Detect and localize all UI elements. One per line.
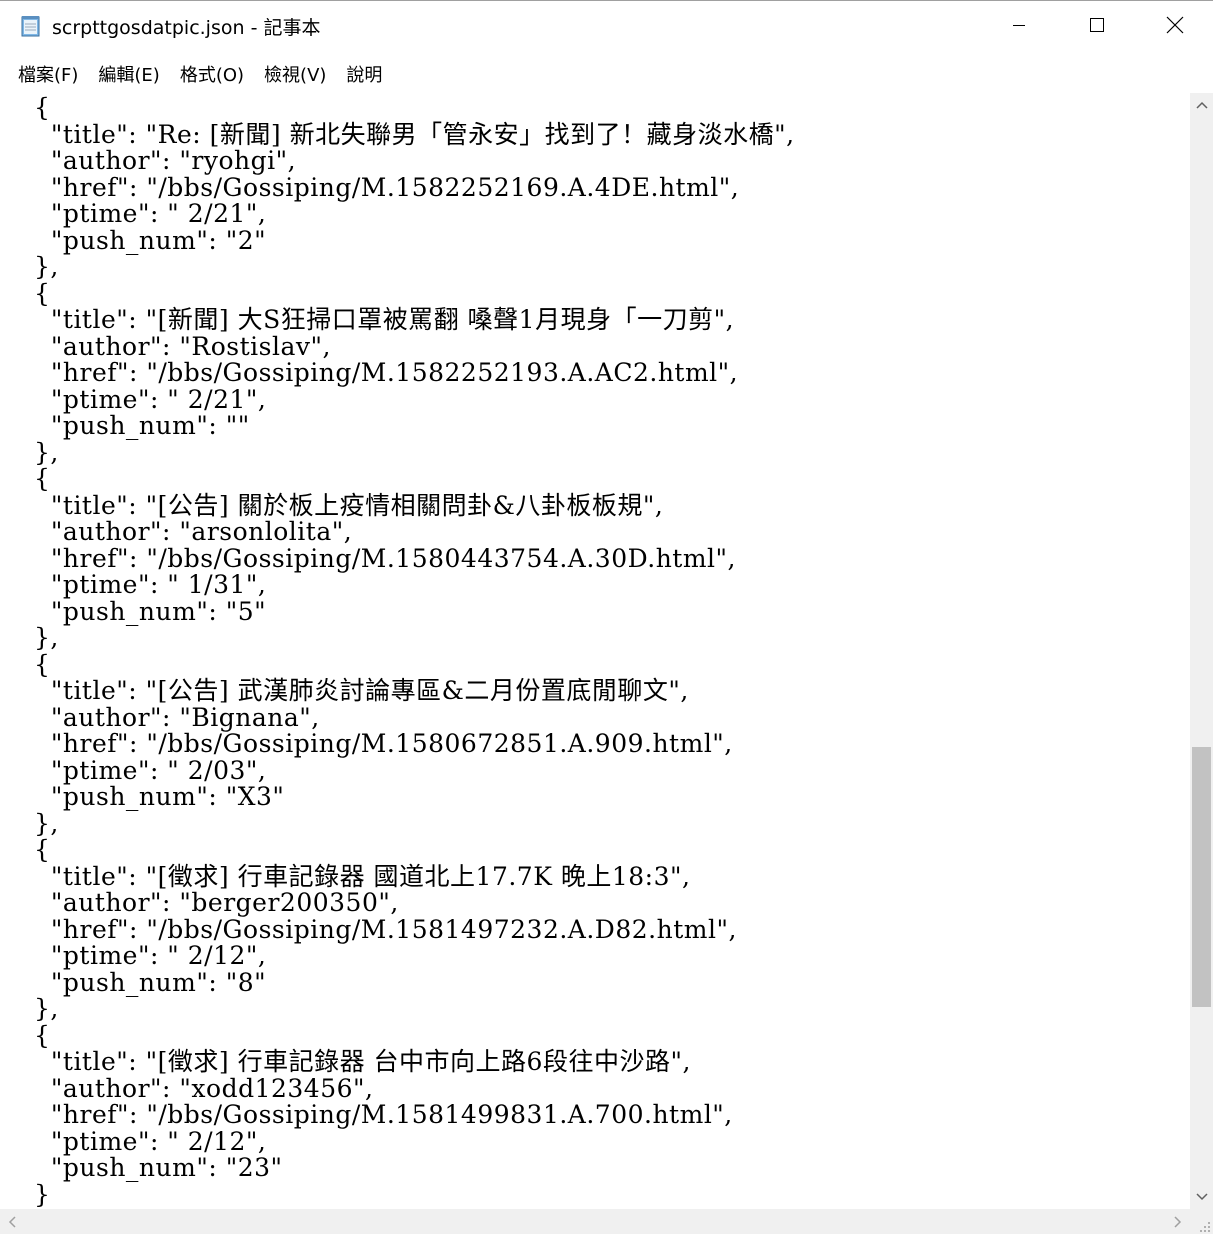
text-line: "href": "/bbs/Gossiping/M.1581499831.A.7… bbox=[34, 1100, 733, 1129]
menu-bar: 檔案(F) 編輯(E) 格式(O) 檢視(V) 說明 bbox=[0, 59, 1213, 89]
text-line: "ptime": " 2/12", bbox=[34, 941, 267, 970]
close-icon bbox=[1166, 16, 1184, 34]
text-line: "title": "[公告] 武漢肺炎討論專區&二月份置底閒聊文", bbox=[34, 676, 689, 705]
text-line: "ptime": " 2/03", bbox=[34, 755, 267, 785]
text-line: { bbox=[34, 649, 51, 679]
menu-help[interactable]: 說明 bbox=[336, 61, 392, 87]
text-line: "href": "/bbs/Gossiping/M.1581497232.A.D… bbox=[34, 914, 737, 944]
minimize-button[interactable] bbox=[980, 1, 1058, 49]
text-line: }, bbox=[34, 808, 59, 838]
text-line: "ptime": " 2/12", bbox=[34, 1126, 267, 1156]
text-line: "author": "ryohgi", bbox=[34, 146, 297, 175]
editor-text: { "title": "Re: [新聞] 新北失聯男「管永安」找到了！藏身淡水橋… bbox=[34, 93, 795, 1209]
text-line: "href": "/bbs/Gossiping/M.1580672851.A.9… bbox=[34, 729, 733, 758]
text-line: { bbox=[34, 1020, 51, 1050]
text-line: "push_num": "X3" bbox=[34, 782, 285, 811]
resize-grip[interactable] bbox=[1190, 1209, 1213, 1234]
text-line: } bbox=[34, 1179, 51, 1209]
title-bar[interactable]: scrpttgosdatpic.json - 記事本 bbox=[0, 1, 1213, 49]
text-line: "author": "Rostislav", bbox=[34, 331, 331, 361]
menu-format[interactable]: 格式(O) bbox=[170, 61, 254, 87]
text-line: "title": "[徵求] 行車記錄器 國道北上17.7K 晚上18:3", bbox=[34, 861, 691, 891]
minimize-icon bbox=[1013, 25, 1025, 26]
text-line: "push_num": "8" bbox=[34, 967, 267, 997]
text-line: }, bbox=[34, 623, 59, 652]
text-line: "author": "berger200350", bbox=[34, 888, 399, 917]
text-line: "push_num": "2" bbox=[34, 225, 267, 255]
text-line: "push_num": "5" bbox=[34, 596, 267, 626]
text-line: { bbox=[34, 835, 51, 864]
text-line: { bbox=[34, 278, 51, 308]
text-line: { bbox=[34, 464, 51, 493]
text-line: "ptime": " 1/31", bbox=[34, 570, 267, 599]
scroll-right-button[interactable] bbox=[1166, 1209, 1190, 1234]
window-title: scrpttgosdatpic.json - 記事本 bbox=[52, 17, 321, 39]
text-line: "ptime": " 2/21", bbox=[34, 384, 267, 414]
horizontal-scrollbar[interactable] bbox=[0, 1209, 1190, 1234]
text-line: "href": "/bbs/Gossiping/M.1582252193.A.A… bbox=[34, 358, 739, 387]
maximize-icon bbox=[1090, 18, 1104, 32]
chevron-left-icon bbox=[8, 1216, 16, 1228]
vertical-scroll-thumb[interactable] bbox=[1192, 747, 1211, 1008]
scroll-down-button[interactable] bbox=[1190, 1185, 1213, 1209]
text-line: }, bbox=[34, 994, 59, 1023]
notepad-window: scrpttgosdatpic.json - 記事本 檔案(F) 編輯(E) 格… bbox=[0, 0, 1213, 1234]
text-line: "title": "[徵求] 行車記錄器 台中市向上路6段往中沙路", bbox=[34, 1047, 691, 1076]
notepad-icon bbox=[20, 15, 42, 37]
close-button[interactable] bbox=[1136, 1, 1213, 49]
text-line: "author": "Bignana", bbox=[34, 702, 320, 732]
scroll-up-button[interactable] bbox=[1190, 93, 1213, 117]
chevron-up-icon bbox=[1195, 101, 1208, 109]
chevron-down-icon bbox=[1195, 1193, 1208, 1201]
text-line: "author": "arsonlolita", bbox=[34, 517, 353, 546]
vertical-scrollbar[interactable] bbox=[1190, 93, 1213, 1209]
text-line: }, bbox=[34, 437, 59, 467]
menu-file[interactable]: 檔案(F) bbox=[0, 61, 88, 87]
text-line: "push_num": "23" bbox=[34, 1153, 283, 1182]
text-line: "push_num": "" bbox=[34, 411, 250, 440]
text-line: "href": "/bbs/Gossiping/M.1580443754.A.3… bbox=[34, 543, 737, 573]
menu-edit[interactable]: 編輯(E) bbox=[88, 61, 169, 87]
text-line: "title": "Re: [新聞] 新北失聯男「管永安」找到了！藏身淡水橋", bbox=[34, 119, 795, 149]
text-line: "ptime": " 2/21", bbox=[34, 199, 267, 228]
text-line: }, bbox=[34, 252, 59, 281]
text-line: { bbox=[34, 93, 51, 122]
chevron-right-icon bbox=[1174, 1216, 1182, 1228]
text-line: "title": "[新聞] 大S狂掃口罩被罵翻 嗓聲1月現身「一刀剪", bbox=[34, 305, 735, 334]
text-editor[interactable]: { "title": "Re: [新聞] 新北失聯男「管永安」找到了！藏身淡水橋… bbox=[0, 93, 1190, 1209]
resize-grip-icon bbox=[1200, 1222, 1210, 1232]
menu-view[interactable]: 檢視(V) bbox=[254, 61, 336, 87]
maximize-button[interactable] bbox=[1058, 1, 1136, 49]
text-line: "href": "/bbs/Gossiping/M.1582252169.A.4… bbox=[34, 172, 740, 202]
scroll-left-button[interactable] bbox=[0, 1209, 24, 1234]
text-line: "author": "xodd123456", bbox=[34, 1073, 374, 1103]
text-line: "title": "[公告] 關於板上疫情相關問卦&八卦板板規", bbox=[34, 490, 664, 520]
